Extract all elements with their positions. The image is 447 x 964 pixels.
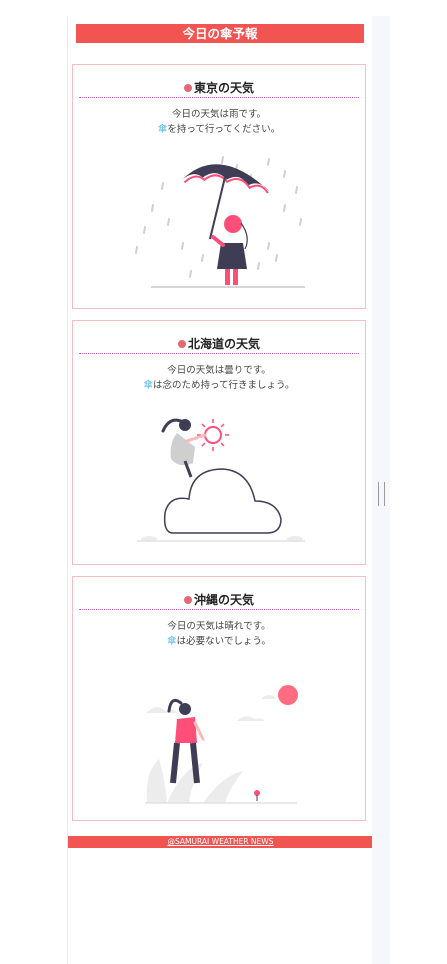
card-title-text: 北海道の天気 (187, 337, 260, 351)
card-title: 沖縄の天気 (79, 591, 359, 610)
card-title: 東京の天気 (79, 79, 359, 98)
weather-line: 今日の天気は雨です。 (171, 109, 267, 120)
umbrella-advice-text: は念のため持って行きましょう。 (153, 380, 295, 391)
copyright-link[interactable]: @SAMURAI WEATHER NEWS (168, 837, 274, 846)
rain-umbrella-illustration (135, 156, 305, 288)
umbrella-advice: 傘を持って行ってください。 (73, 122, 365, 137)
weather-card-tokyo: 東京の天気 今日の天気は雨です。 傘を持って行ってください。 (72, 64, 366, 309)
sunny-walk-illustration (145, 685, 298, 804)
umbrella-word: 傘 (167, 636, 177, 647)
bullet-dot-icon (183, 84, 192, 92)
weather-card-hokkaido: 北海道の天気 今日の天気は曇りです。 傘は念のため持って行きましょう。 (72, 320, 366, 565)
resize-handle[interactable] (378, 482, 385, 506)
umbrella-word: 傘 (143, 380, 154, 391)
page-title: 今日の傘予報 (76, 24, 364, 43)
weather-description: 今日の天気は曇りです。 傘は念のため持って行きましょう。 (73, 363, 365, 393)
weather-description: 今日の天気は晴れです。 傘は必要ないでしょう。 (73, 619, 365, 649)
weather-card-okinawa: 沖縄の天気 今日の天気は晴れです。 傘は必要ないでしょう。 (72, 576, 366, 821)
bullet-dot-icon (177, 340, 186, 348)
card-title-text: 東京の天気 (193, 81, 254, 95)
page: 今日の傘予報 東京の天気 今日の天気は雨です。 傘を持って行ってください。 北海… (67, 16, 374, 964)
umbrella-advice: 傘は必要ないでしょう。 (73, 634, 365, 649)
weather-line: 今日の天気は晴れです。 (167, 621, 271, 632)
card-title: 北海道の天気 (79, 335, 359, 354)
card-title-text: 沖縄の天気 (193, 593, 254, 607)
umbrella-advice-text: は必要ないでしょう。 (176, 636, 271, 647)
umbrella-word: 傘 (157, 124, 168, 135)
bullet-dot-icon (183, 596, 192, 604)
footer: @SAMURAI WEATHER NEWS (68, 836, 373, 848)
cloud-sun-illustration (137, 418, 305, 542)
umbrella-advice-text: を持って行ってください。 (167, 124, 281, 135)
weather-line: 今日の天気は曇りです。 (167, 365, 271, 376)
umbrella-advice: 傘は念のため持って行きましょう。 (73, 378, 365, 393)
weather-description: 今日の天気は雨です。 傘を持って行ってください。 (73, 107, 365, 137)
